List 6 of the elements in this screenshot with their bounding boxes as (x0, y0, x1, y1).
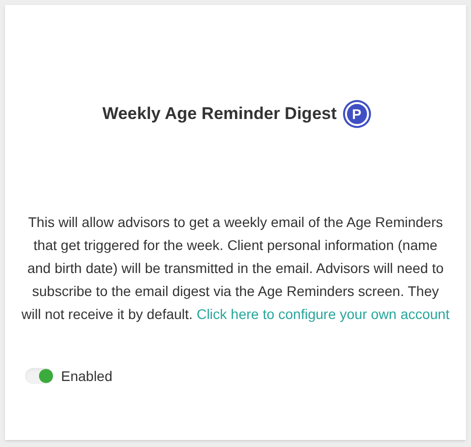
card-title: Weekly Age Reminder Digest (102, 103, 337, 125)
configure-link[interactable]: Click here to configure your own account (196, 306, 450, 322)
toggle-label: Enabled (61, 366, 112, 386)
description-text: This will allow advisors to get a weekly email of the Age Reminders that get triggered for the week. Client personal information (name and birth date) will be transmitted in the email. Advisors will need to subscribe to the email digest via the Age Reminders screen. They will not receive it by default. Click here to configure your own account (20, 212, 450, 324)
toggle-switch[interactable] (25, 368, 53, 384)
badge-icon: P (344, 102, 369, 126)
